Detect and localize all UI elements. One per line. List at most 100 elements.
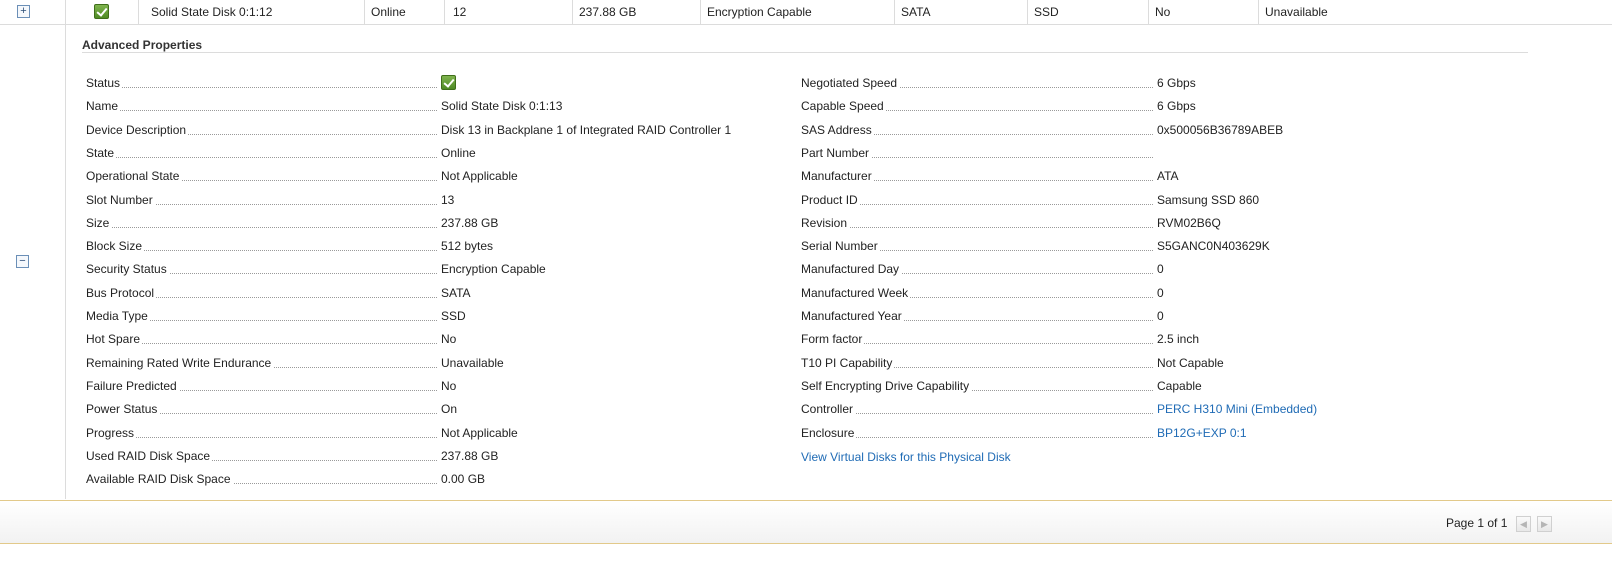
leader-dots — [86, 110, 437, 112]
property-value: Solid State Disk 0:1:13 — [441, 99, 563, 114]
property-value: Unavailable — [441, 355, 504, 370]
property-label: Manufactured Year — [801, 308, 904, 324]
endurance-cell: Unavailable — [1258, 0, 1612, 25]
property-value: ATA — [1157, 169, 1179, 184]
property-label: Slot Number — [86, 191, 155, 208]
property-label: Serial Number — [801, 238, 880, 255]
property-label: Manufacturer — [801, 168, 874, 185]
property-value: 6 Gbps — [1157, 76, 1196, 90]
property-row: Manufactured Day 0 — [801, 261, 1557, 278]
property-row: Media Type SSD — [86, 308, 841, 324]
collapse-row-button[interactable]: − — [16, 255, 29, 268]
property-value-link[interactable]: BP12G+EXP 0:1 — [1157, 425, 1247, 441]
property-row: Part Number — [801, 144, 1557, 161]
property-row: Manufactured Year 0 — [801, 308, 1557, 324]
property-label: State — [86, 144, 117, 161]
property-value: 0 — [1157, 285, 1164, 300]
bus-cell: SATA — [894, 0, 1027, 25]
media-cell: SSD — [1027, 0, 1148, 25]
property-value: Online — [441, 145, 476, 160]
property-row: Self Encrypting Drive Capability Capable — [801, 377, 1557, 394]
disk-row-0-1-12: + Solid State Disk 0:1:12 Online 12 237.… — [0, 0, 1612, 25]
property-value-link[interactable]: PERC H310 Mini (Embedded) — [1157, 401, 1317, 417]
property-value: 2.5 inch — [1157, 332, 1200, 347]
property-label: Enclosure — [801, 424, 857, 441]
property-label: Device Description — [86, 121, 189, 138]
property-value: RVM02B6Q — [1157, 215, 1221, 230]
property-label: Name — [86, 98, 121, 115]
property-row: SAS Address 0x500056B36789ABEB — [801, 121, 1557, 138]
view-virtual-disks-row: View Virtual Disks for this Physical Dis… — [801, 449, 1201, 465]
property-value: SSD — [441, 309, 466, 323]
property-value: Not Applicable — [441, 425, 518, 440]
slot-cell: 12 — [444, 0, 572, 25]
property-label: Media Type — [86, 308, 150, 324]
property-row: Serial Number S5GANC0N403629K — [801, 238, 1557, 255]
prev-page-button[interactable]: ◀ — [1516, 516, 1531, 532]
property-label: Part Number — [801, 144, 872, 161]
green-check-icon — [94, 4, 109, 19]
security-cell: Encryption Capable — [700, 0, 894, 25]
hot-spare-cell: No — [1148, 0, 1258, 25]
property-label: SAS Address — [801, 121, 874, 138]
property-value: 0 — [1157, 309, 1164, 323]
property-value: 237.88 GB — [441, 215, 499, 230]
property-value: Not Applicable — [441, 169, 518, 184]
detail-divider — [65, 25, 66, 499]
property-label: Power Status — [86, 401, 160, 418]
property-row: Block Size 512 bytes — [86, 238, 841, 255]
table-footer — [0, 500, 1612, 544]
property-row: Name Solid State Disk 0:1:13 — [86, 98, 841, 115]
leader-dots — [86, 87, 437, 88]
property-row: Manufactured Week 0 — [801, 284, 1557, 301]
property-row: Revision RVM02B6Q — [801, 214, 1557, 231]
property-label: Used RAID Disk Space — [86, 447, 213, 464]
leader-dots — [801, 226, 1153, 228]
property-value: 0x500056B36789ABEB — [1157, 122, 1284, 137]
property-label: Operational State — [86, 168, 182, 185]
size-cell: 237.88 GB — [572, 0, 700, 25]
property-row: Security Status Encryption Capable — [86, 261, 841, 278]
property-row: Slot Number 13 — [86, 191, 841, 208]
property-label: Form factor — [801, 331, 865, 348]
property-label: Negotiated Speed — [801, 75, 900, 91]
property-value: Samsung SSD 860 — [1157, 192, 1260, 207]
property-value: Encryption Capable — [441, 262, 546, 277]
advanced-properties-title: Advanced Properties — [82, 38, 203, 52]
page-info: Page 1 of 1 — [1446, 516, 1508, 530]
property-row: Negotiated Speed 6 Gbps — [801, 75, 1557, 91]
property-row: Used RAID Disk Space 237.88 GB — [86, 447, 841, 464]
property-row: Status — [86, 75, 841, 91]
property-row: Enclosure BP12G+EXP 0:1 — [801, 424, 1557, 441]
property-row: Device Description Disk 13 in Backplane 1… — [86, 121, 841, 138]
property-label: Self Encrypting Drive Capability — [801, 377, 972, 394]
property-row: Product ID Samsung SSD 860 — [801, 191, 1557, 208]
property-value: 512 bytes — [441, 239, 494, 254]
property-value: On — [441, 402, 458, 417]
property-value: 6 Gbps — [1157, 99, 1196, 114]
property-label: Security Status — [86, 261, 169, 278]
property-label: Manufactured Day — [801, 261, 902, 278]
leader-dots — [86, 226, 437, 228]
property-row: Available RAID Disk Space 0.00 GB — [86, 471, 841, 488]
property-value: 0 — [1157, 262, 1164, 277]
section-divider — [82, 52, 1528, 53]
property-row: Hot Spare No — [86, 331, 841, 348]
property-value: S5GANC0N403629K — [1157, 239, 1270, 254]
property-row: Bus Protocol SATA — [86, 284, 841, 301]
property-value: Disk 13 in Backplane 1 of Integrated RAI… — [441, 122, 732, 137]
view-virtual-disks-link[interactable]: View Virtual Disks for this Physical Dis… — [801, 449, 1011, 465]
property-label: Capable Speed — [801, 98, 886, 115]
property-label: T10 PI Capability — [801, 354, 895, 371]
property-label: Progress — [86, 424, 137, 441]
property-label: Size — [86, 214, 112, 231]
leader-dots — [86, 436, 437, 438]
property-row: Progress Not Applicable — [86, 424, 841, 441]
expand-row-button[interactable]: + — [17, 5, 30, 18]
property-row: Manufacturer ATA — [801, 168, 1557, 185]
property-value: 0.00 GB — [441, 472, 486, 487]
property-value: 237.88 GB — [441, 448, 499, 463]
property-value: Not Capable — [1157, 355, 1224, 370]
next-page-button[interactable]: ▶ — [1537, 516, 1552, 532]
status-cell — [65, 0, 138, 25]
